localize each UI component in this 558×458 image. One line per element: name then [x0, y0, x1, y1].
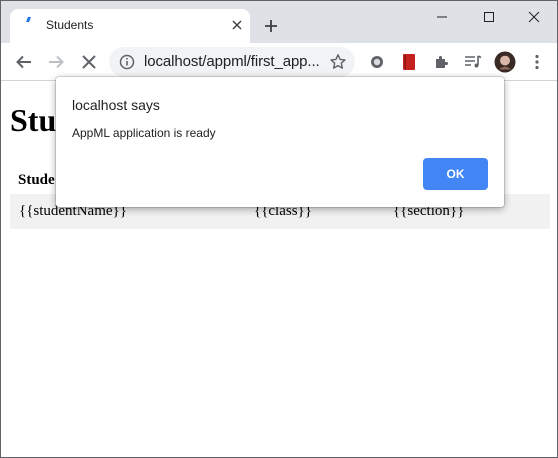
tab-close-icon[interactable] [229, 17, 245, 33]
browser-toolbar: localhost/appml/first_app... [1, 43, 557, 81]
more-menu-icon[interactable] [527, 52, 547, 72]
media-control-icon[interactable] [463, 52, 483, 72]
table-header-student: Stude [18, 172, 55, 188]
dialog-title: localhost says [72, 97, 160, 113]
browser-window: Students localhost/appml/first_app... St… [0, 0, 558, 458]
close-window-icon[interactable] [511, 5, 557, 29]
ok-button[interactable]: OK [423, 158, 488, 190]
tab-title: Students [46, 18, 94, 32]
profile-avatar[interactable] [494, 51, 516, 73]
maximize-icon[interactable] [466, 5, 512, 29]
url-text: localhost/appml/first_app... [144, 53, 320, 70]
tab-strip: Students [1, 1, 557, 43]
page-title: Stu [10, 102, 57, 138]
alert-dialog: localhost says AppML application is read… [56, 77, 504, 207]
star-icon[interactable] [329, 53, 347, 71]
circle-extension-icon[interactable] [367, 52, 387, 72]
back-icon[interactable] [14, 52, 34, 72]
info-icon[interactable] [119, 54, 135, 70]
forward-icon[interactable] [46, 52, 66, 72]
book-extension-icon[interactable] [399, 52, 419, 72]
address-bar[interactable]: localhost/appml/first_app... [109, 47, 355, 77]
loading-favicon-icon [26, 17, 31, 22]
stop-loading-icon[interactable] [79, 52, 99, 72]
tab-students[interactable]: Students [10, 9, 250, 43]
dialog-message: AppML application is ready [72, 126, 216, 140]
new-tab-icon[interactable] [261, 16, 281, 36]
minimize-icon[interactable] [419, 5, 465, 29]
puzzle-extensions-icon[interactable] [431, 52, 451, 72]
